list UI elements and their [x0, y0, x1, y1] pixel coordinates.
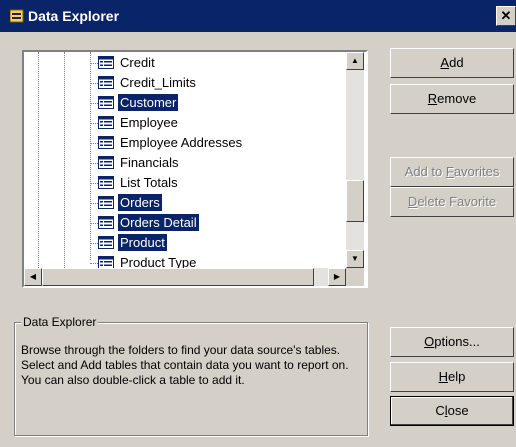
tree-connector — [90, 263, 98, 264]
tree-item[interactable]: Financials — [90, 153, 298, 173]
table-icon — [98, 96, 114, 109]
delete-favorite-button[interactable]: Delete Favorite — [390, 187, 514, 217]
tree-item[interactable]: Orders — [90, 193, 298, 213]
tree-connector — [90, 63, 98, 64]
tree-item[interactable]: Orders Detail — [90, 213, 298, 233]
add-to-favorites-label-post: avorites — [453, 164, 500, 179]
data-explorer-groupbox: Data Explorer Browse through the folders… — [14, 315, 368, 436]
scrollbar-corner — [346, 268, 364, 286]
tree-connector — [90, 103, 98, 104]
table-icon — [98, 256, 114, 268]
table-icon — [98, 76, 114, 89]
window-title: Data Explorer — [28, 8, 120, 24]
delete-favorite-accelerator: D — [407, 194, 418, 209]
scroll-up-button[interactable]: ▲ — [346, 52, 364, 70]
scroll-right-button[interactable]: ▶ — [328, 268, 346, 286]
add-to-favorites-button[interactable]: Add to Favorites — [390, 157, 514, 187]
tree-item[interactable]: Credit_Limits — [90, 73, 298, 93]
tree-item[interactable]: List Totals — [90, 173, 298, 193]
tree-connector — [90, 183, 98, 184]
tree-connector — [90, 83, 98, 84]
delete-favorite-label-post: elete Favorite — [417, 194, 497, 209]
data-explorer-app-icon — [10, 9, 24, 23]
tree-item[interactable]: Employee — [90, 113, 298, 133]
table-icon — [98, 116, 114, 129]
tree-connector — [90, 163, 98, 164]
scroll-left-button[interactable]: ◀ — [24, 268, 42, 286]
tree-item[interactable]: Product — [90, 233, 298, 253]
options-button-accelerator: O — [424, 334, 435, 349]
close-window-button[interactable]: ✕ — [496, 6, 516, 26]
add-to-favorites-accelerator: F — [445, 164, 454, 179]
help-button-label-post: elp — [448, 369, 466, 384]
groupbox-legend: Data Explorer — [21, 315, 99, 329]
arrow-down-icon: ▼ — [351, 254, 359, 263]
table-icon — [98, 156, 114, 169]
tree-item-label: Credit — [120, 55, 155, 70]
arrow-left-icon: ◀ — [29, 272, 37, 281]
tree-item-label: Employee — [120, 115, 178, 130]
remove-button-label-post: emove — [437, 91, 477, 106]
help-button[interactable]: Help — [390, 362, 514, 392]
tree-item-label: Orders — [118, 194, 162, 211]
horizontal-scrollbar[interactable]: ◀ ▶ — [24, 268, 346, 286]
table-tree-view[interactable]: Credit Credit_Limits Customer Employee Emplo… — [22, 50, 368, 288]
scroll-down-button[interactable]: ▼ — [346, 250, 364, 268]
table-icon — [98, 176, 114, 189]
title-bar[interactable]: Data Explorer ✕ — [0, 0, 516, 32]
tree-item[interactable]: Employee Addresses — [90, 133, 298, 153]
table-icon — [98, 236, 114, 249]
tree-connector — [90, 203, 98, 204]
tree-item[interactable]: Credit — [90, 53, 298, 73]
add-button-label-post: dd — [449, 55, 464, 70]
tree-item-label: Orders Detail — [118, 214, 199, 231]
tree-connector — [90, 123, 98, 124]
tree-item-label: Employee Addresses — [120, 135, 243, 150]
options-button[interactable]: Options... — [390, 327, 514, 357]
add-button-accelerator: A — [440, 55, 450, 70]
tree-guide-line — [64, 52, 65, 268]
vertical-scrollbar[interactable]: ▲ ▼ — [346, 52, 364, 268]
close-button-label-post: ose — [447, 403, 469, 418]
table-icon — [98, 136, 114, 149]
tree-item-label: Financials — [120, 155, 179, 170]
table-icon — [98, 196, 114, 209]
tree-item-label: List Totals — [120, 175, 178, 190]
tree-item-label: Product — [118, 234, 167, 251]
tree-item-label: Product Type — [120, 255, 197, 268]
options-button-label-post: ptions... — [434, 334, 480, 349]
tree-connector — [90, 223, 98, 224]
vertical-scroll-thumb[interactable] — [346, 180, 364, 222]
horizontal-scroll-thumb[interactable] — [42, 268, 314, 286]
groupbox-description: Browse through the folders to find your … — [21, 343, 349, 387]
add-to-favorites-label-pre: Add to — [404, 164, 446, 179]
tree-item-label: Customer — [118, 94, 179, 111]
arrow-up-icon: ▲ — [351, 56, 359, 65]
arrow-right-icon: ▶ — [333, 272, 341, 281]
close-button-label-pre: C — [435, 403, 445, 418]
tree-item[interactable]: Product Type — [90, 253, 298, 268]
close-button[interactable]: Close — [390, 396, 514, 426]
table-icon — [98, 56, 114, 69]
tree-connector — [90, 243, 98, 244]
table-icon — [98, 216, 114, 229]
remove-button[interactable]: Remove — [390, 84, 514, 114]
tree-guide-line — [38, 52, 39, 268]
data-explorer-window: Data Explorer ✕ Credit Credit_Limits Custo… — [0, 0, 516, 447]
tree-connector — [90, 143, 98, 144]
tree-item-label: Credit_Limits — [120, 75, 196, 90]
help-button-accelerator: H — [438, 369, 449, 384]
close-icon: ✕ — [500, 8, 512, 23]
tree-content: Credit Credit_Limits Customer Employee Emplo… — [24, 52, 346, 268]
add-button[interactable]: Add — [390, 48, 514, 78]
tree-item[interactable]: Customer — [90, 93, 298, 113]
remove-button-accelerator: R — [427, 91, 438, 106]
